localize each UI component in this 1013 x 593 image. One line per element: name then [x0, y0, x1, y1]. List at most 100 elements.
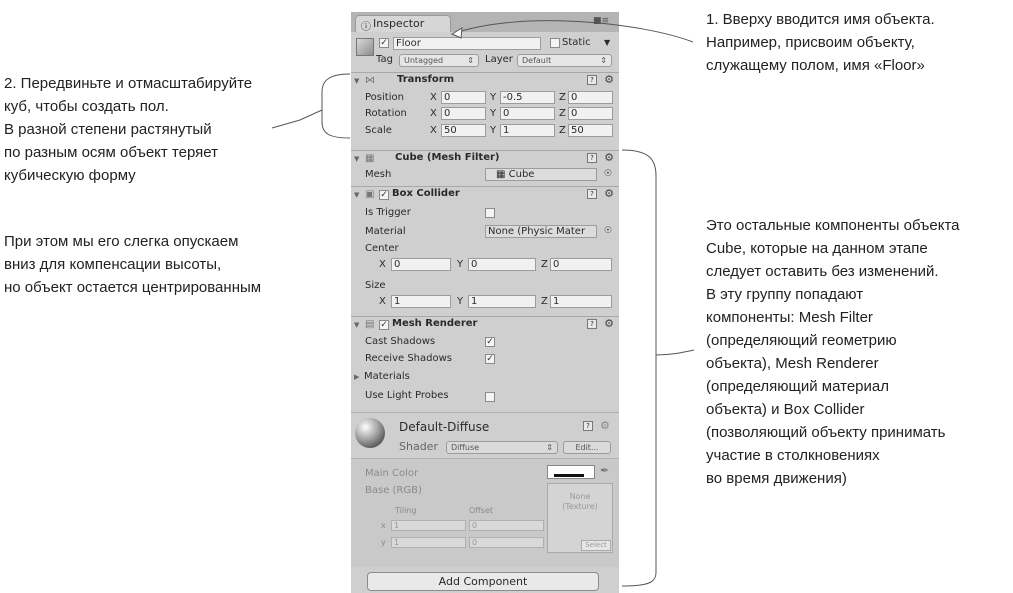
- add-component-button[interactable]: Add Component: [367, 572, 599, 591]
- shader-edit-button[interactable]: Edit...: [563, 441, 611, 454]
- scale-y-field[interactable]: 1: [500, 124, 555, 137]
- annotation-line: следует оставить без изменений.: [706, 263, 939, 280]
- gear-icon[interactable]: ⚙: [600, 419, 610, 432]
- tiling-x-field[interactable]: 1: [391, 520, 466, 531]
- help-book-icon[interactable]: ?: [587, 319, 597, 329]
- position-y-field[interactable]: -0.5: [500, 91, 555, 104]
- annotation-transform: 2. Передвиньте и отмасштабируйте куб, чт…: [4, 72, 252, 187]
- mesh-renderer-enabled-checkbox[interactable]: ✓: [379, 320, 389, 330]
- use-light-probes-checkbox[interactable]: [485, 392, 495, 402]
- cast-shadows-checkbox[interactable]: ✓: [485, 337, 495, 347]
- callout-transform-bracket: [321, 73, 351, 139]
- mesh-grid-icon: ▦: [496, 169, 509, 180]
- mesh-renderer-header[interactable]: ▼ ▤ ✓ Mesh Renderer ? ⚙: [351, 316, 619, 335]
- rotation-x-field[interactable]: 0: [441, 107, 486, 120]
- center-label: Center: [365, 243, 399, 254]
- object-picker-icon[interactable]: ☉: [604, 169, 612, 179]
- shader-dropdown[interactable]: Diffuse ⇕: [446, 441, 558, 454]
- layer-value: Default: [522, 56, 552, 65]
- box-collider-enabled-checkbox[interactable]: ✓: [379, 190, 389, 200]
- size-x-field[interactable]: 1: [391, 295, 451, 308]
- position-z-field[interactable]: 0: [568, 91, 613, 104]
- annotation-line: служащему полом, имя «Floor»: [706, 57, 925, 74]
- static-checkbox[interactable]: [550, 38, 560, 48]
- axis-label-z: Z: [559, 125, 566, 136]
- object-name-field[interactable]: Floor: [393, 37, 541, 50]
- annotation-line: 1. Вверху вводится имя объекта.: [706, 11, 935, 28]
- gear-icon[interactable]: ⚙: [604, 317, 614, 330]
- gear-icon[interactable]: ⚙: [604, 151, 614, 164]
- component-title: Cube (Mesh Filter): [395, 152, 500, 163]
- tag-dropdown[interactable]: Untagged ⇕: [399, 54, 479, 67]
- annotation-line: (определяющий геометрию: [706, 332, 897, 349]
- eyedropper-icon[interactable]: ✒: [600, 464, 609, 477]
- is-trigger-checkbox[interactable]: [485, 208, 495, 218]
- receive-shadows-checkbox[interactable]: ✓: [485, 354, 495, 364]
- center-y-field[interactable]: 0: [468, 258, 536, 271]
- help-book-icon[interactable]: ?: [587, 189, 597, 199]
- scale-x-field[interactable]: 50: [441, 124, 486, 137]
- mesh-renderer-icon: ▤: [365, 319, 375, 330]
- main-color-swatch[interactable]: [547, 465, 595, 479]
- gear-icon[interactable]: ⚙: [604, 187, 614, 200]
- axis-label-x: X: [379, 296, 386, 307]
- offset-label: Offset: [469, 506, 494, 515]
- size-label: Size: [365, 280, 386, 291]
- layer-dropdown[interactable]: Default ⇕: [517, 54, 612, 67]
- box-collider-header[interactable]: ▼ ▣ ✓ Box Collider ? ⚙: [351, 186, 619, 205]
- texture-slot[interactable]: None (Texture) Select: [547, 483, 613, 553]
- shader-label: Shader: [399, 440, 438, 453]
- offset-y-field[interactable]: 0: [469, 537, 544, 548]
- annotation-line: Cube, которые на данном этапе: [706, 240, 928, 257]
- tiling-y-label: y: [381, 538, 386, 547]
- callout-transform-line: [271, 109, 323, 129]
- mesh-object-field[interactable]: ▦ Cube: [485, 168, 597, 181]
- axis-label-y: Y: [457, 259, 464, 270]
- texture-type-label: (Texture): [562, 502, 598, 511]
- shader-value: Diffuse: [451, 443, 480, 452]
- axis-label-y: Y: [457, 296, 464, 307]
- gear-icon[interactable]: ⚙: [604, 73, 614, 86]
- annotation-line: компоненты: Mesh Filter: [706, 309, 873, 326]
- callout-components-line: [655, 349, 695, 356]
- static-dropdown-arrow[interactable]: ▼: [604, 38, 610, 47]
- active-checkbox[interactable]: ✓: [379, 38, 389, 48]
- center-x-field[interactable]: 0: [391, 258, 451, 271]
- mesh-filter-header[interactable]: ▼ ▦ Cube (Mesh Filter) ? ⚙: [351, 150, 619, 169]
- size-y-field[interactable]: 1: [468, 295, 536, 308]
- physic-material-field[interactable]: None (Physic Mater: [485, 225, 597, 238]
- transform-icon: ⋈: [365, 75, 375, 86]
- axis-label-y: Y: [490, 92, 497, 103]
- scale-z-field[interactable]: 50: [568, 124, 613, 137]
- tiling-y-field[interactable]: 1: [391, 537, 466, 548]
- offset-x-field[interactable]: 0: [469, 520, 544, 531]
- annotation-line: В разной степени растянутый: [4, 121, 212, 138]
- help-book-icon[interactable]: ?: [587, 75, 597, 85]
- foldout-arrow-icon[interactable]: ▼: [354, 155, 359, 163]
- static-label: Static: [562, 37, 591, 48]
- materials-label[interactable]: Materials: [364, 371, 410, 382]
- texture-select-button[interactable]: Select: [581, 540, 611, 551]
- materials-foldout-arrow-icon[interactable]: ▶: [354, 373, 359, 381]
- transform-header[interactable]: ▼ ⋈ Transform ? ⚙: [351, 72, 619, 91]
- foldout-arrow-icon[interactable]: ▼: [354, 321, 359, 329]
- help-book-icon[interactable]: ?: [583, 421, 593, 431]
- help-book-icon[interactable]: ?: [587, 153, 597, 163]
- annotation-line: 2. Передвиньте и отмасштабируйте: [4, 75, 253, 92]
- foldout-arrow-icon[interactable]: ▼: [354, 191, 359, 199]
- tab-inspector[interactable]: ⓘ Inspector: [355, 15, 451, 33]
- rotation-z-field[interactable]: 0: [568, 107, 613, 120]
- annotation-line: Например, присвоим объекту,: [706, 34, 915, 51]
- lock-icon[interactable]: ■≡: [593, 16, 609, 26]
- center-z-field[interactable]: 0: [550, 258, 612, 271]
- position-x-field[interactable]: 0: [441, 91, 486, 104]
- rotation-y-field[interactable]: 0: [500, 107, 555, 120]
- position-label: Position: [365, 92, 404, 103]
- inspector-panel: ⓘ Inspector ■≡ ✓ Floor Static ▼ Tag Unta…: [351, 12, 619, 593]
- tab-bar: ⓘ Inspector ■≡: [351, 12, 619, 33]
- object-picker-icon[interactable]: ☉: [604, 226, 612, 236]
- size-z-field[interactable]: 1: [550, 295, 612, 308]
- use-light-probes-label: Use Light Probes: [365, 390, 449, 401]
- annotation-line: объекта) и Box Collider: [706, 401, 865, 418]
- foldout-arrow-icon[interactable]: ▼: [354, 77, 359, 85]
